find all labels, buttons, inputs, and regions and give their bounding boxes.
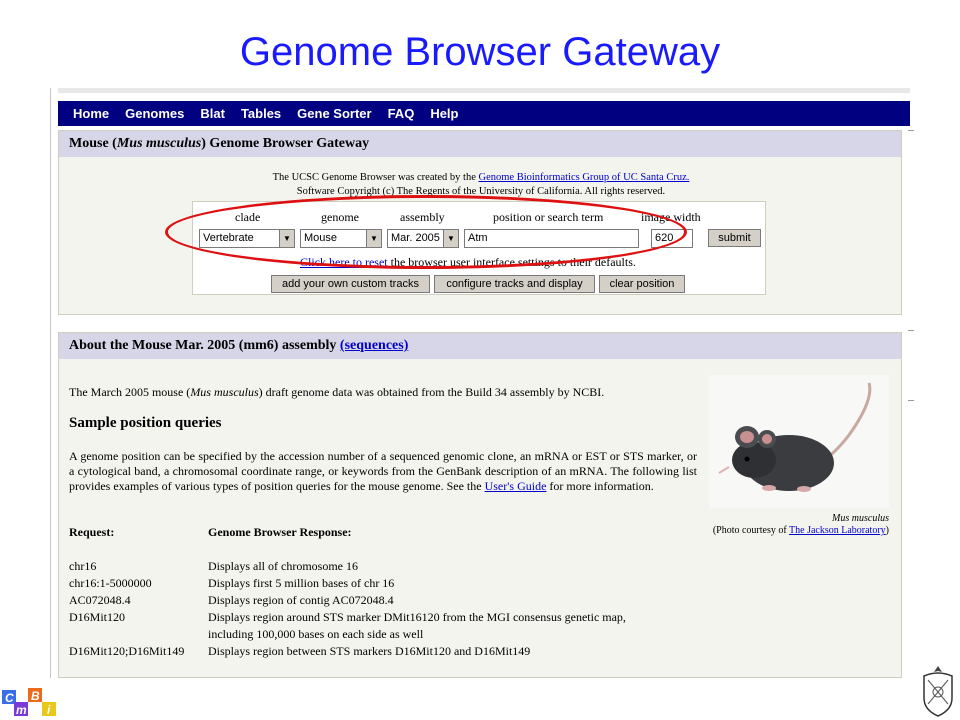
intro-text: The UCSC Genome Browser was created by t… (272, 172, 479, 183)
about-header: About the Mouse Mar. 2005 (mm6) assembly… (59, 333, 901, 359)
about-intro-species: Mus musculus (190, 385, 259, 399)
sample-description: A genome position can be specified by th… (69, 449, 697, 494)
chevron-down-icon: ▼ (279, 230, 294, 247)
photo-caption: Mus musculus (Photo courtesy of The Jack… (699, 513, 889, 537)
about-intro: The March 2005 mouse (Mus musculus) draf… (69, 385, 604, 400)
gateway-header-species: Mus musculus (116, 136, 202, 151)
request-header: Request: (69, 525, 115, 539)
genome-value: Mouse (304, 232, 338, 244)
copyright-text: Software Copyright (c) The Regents of th… (296, 186, 666, 197)
sequences-link[interactable]: (sequences) (340, 338, 408, 353)
gateway-intro: The UCSC Genome Browser was created by t… (59, 171, 903, 199)
query-request: chr16:1-5000000 (69, 576, 152, 590)
query-response: Displays all of chromosome 16 (208, 559, 358, 573)
mouse-photo (709, 375, 889, 508)
gateway-panel: Mouse (Mus musculus) Genome Browser Gate… (58, 130, 902, 315)
clade-value: Vertebrate (203, 232, 254, 244)
caption-credit-suffix: ) (885, 525, 889, 536)
nav-tables[interactable]: Tables (241, 106, 281, 121)
gateway-form: clade genome assembly position or search… (192, 201, 766, 295)
reset-line: Click here to reset the browser user int… (300, 255, 636, 270)
clade-select[interactable]: Vertebrate ▼ (199, 229, 295, 248)
query-request: D16Mit120 (69, 610, 126, 624)
query-request: D16Mit120;D16Mit149 (69, 644, 185, 658)
reset-text: the browser user interface settings to t… (387, 255, 636, 269)
nav-faq[interactable]: FAQ (388, 106, 415, 121)
about-panel: About the Mouse Mar. 2005 (mm6) assembly… (58, 332, 902, 678)
nav-home[interactable]: Home (73, 106, 109, 121)
screenshot-top-edge (58, 88, 910, 93)
query-request: AC072048.4 (69, 593, 131, 607)
assembly-value: Mar. 2005 (391, 232, 440, 244)
chevron-down-icon: ▼ (443, 230, 458, 247)
response-header: Genome Browser Response: (208, 525, 352, 539)
submit-button[interactable]: submit (708, 229, 761, 247)
assembly-select[interactable]: Mar. 2005 ▼ (387, 229, 459, 248)
nav-gene-sorter[interactable]: Gene Sorter (297, 106, 371, 121)
about-header-text: About the Mouse Mar. 2005 (mm6) assembly (69, 338, 337, 353)
query-request: chr16 (69, 559, 97, 573)
query-response: Displays region around STS marker DMit16… (208, 610, 626, 624)
clade-label: clade (235, 210, 261, 224)
chevron-down-icon: ▼ (366, 230, 381, 247)
reset-link[interactable]: Click here to reset (300, 255, 388, 269)
sample-queries-heading: Sample position queries (69, 415, 222, 431)
position-input[interactable]: Atm (464, 229, 639, 248)
ucsc-group-link[interactable]: Genome Bioinformatics Group of UC Santa … (479, 172, 690, 183)
logo-letter: C (5, 691, 14, 705)
query-response: Displays region between STS markers D16M… (208, 644, 531, 658)
cmbi-logo-icon: C m B i (2, 686, 62, 720)
add-custom-tracks-button[interactable]: add your own custom tracks (271, 275, 430, 293)
query-response: Displays region of contig AC072048.4 (208, 593, 394, 607)
scroll-tick (908, 400, 914, 401)
caption-credit-prefix: (Photo courtesy of (712, 525, 790, 536)
about-intro-prefix: The March 2005 mouse ( (69, 385, 191, 399)
scroll-tick (908, 130, 914, 131)
genome-select[interactable]: Mouse ▼ (300, 229, 382, 248)
position-label: position or search term (493, 210, 604, 224)
desc-suffix: for more information. (546, 479, 654, 493)
scroll-tick (908, 330, 914, 331)
assembly-label: assembly (400, 210, 445, 224)
image-width-input[interactable]: 620 (651, 229, 693, 248)
users-guide-link[interactable]: User's Guide (485, 479, 547, 493)
image-width-label: image width (641, 210, 701, 224)
university-seal-icon (918, 664, 958, 718)
configure-tracks-button[interactable]: configure tracks and display (434, 275, 595, 293)
gateway-header-prefix: Mouse ( (69, 136, 117, 151)
about-intro-suffix: ) draft genome data was obtained from th… (258, 385, 605, 399)
top-nav: Home Genomes Blat Tables Gene Sorter FAQ… (58, 101, 910, 126)
caption-species: Mus musculus (832, 513, 889, 524)
gateway-header-suffix: ) Genome Browser Gateway (201, 136, 370, 151)
nav-help[interactable]: Help (430, 106, 458, 121)
query-response: Displays first 5 million bases of chr 16 (208, 576, 395, 590)
logo-letter: B (31, 689, 40, 703)
nav-genomes[interactable]: Genomes (125, 106, 184, 121)
clear-position-button[interactable]: clear position (599, 275, 685, 293)
gateway-header: Mouse (Mus musculus) Genome Browser Gate… (59, 131, 901, 157)
query-response-cont: including 100,000 bases on each side as … (208, 627, 424, 641)
logo-letter: m (16, 703, 27, 717)
genome-label: genome (321, 210, 359, 224)
nav-blat[interactable]: Blat (200, 106, 225, 121)
slide-title: Genome Browser Gateway (239, 30, 721, 74)
jackson-lab-link[interactable]: The Jackson Laboratory (789, 525, 886, 536)
